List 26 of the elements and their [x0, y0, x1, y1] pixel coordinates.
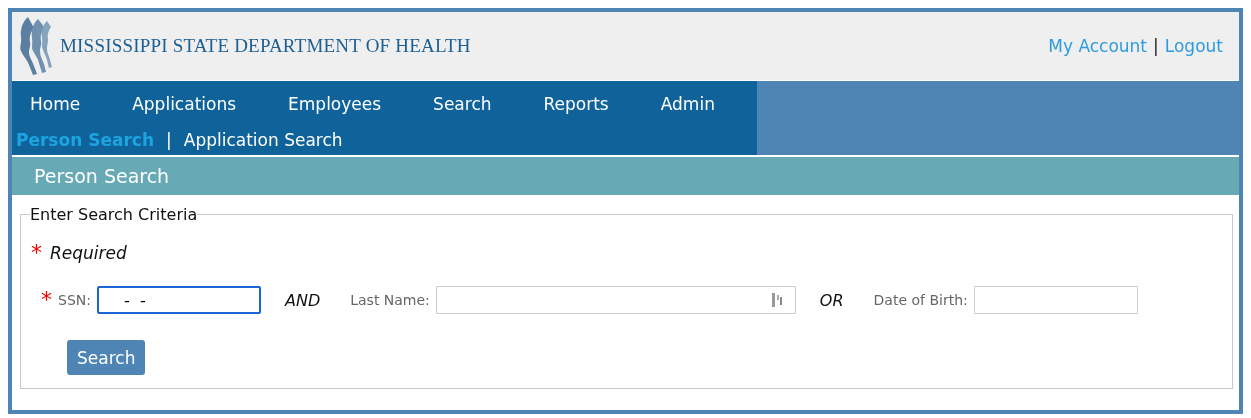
field-label: SSN: [58, 292, 91, 308]
conjunction-label: OR [819, 290, 844, 310]
required-note: Required [50, 243, 127, 263]
submenu-separator: | [166, 130, 172, 150]
field-label: Last Name: [350, 292, 430, 308]
nav-menu-item[interactable]: Reports [523, 94, 629, 114]
nav-menu-item[interactable]: Employees [268, 94, 402, 114]
text-input-field[interactable] [435, 286, 796, 314]
profile-heads-logo-icon [18, 15, 52, 77]
conjunction-label: AND [284, 290, 321, 310]
text-input-field[interactable] [973, 286, 1138, 314]
text-input-field[interactable]: - - [96, 286, 261, 314]
organization-title: MISSISSIPPI STATE DEPARTMENT OF HEALTH [60, 35, 472, 57]
submenu-link[interactable]: Application Search [183, 130, 343, 150]
nav-menu-item[interactable]: Applications [112, 94, 257, 114]
required-asterisk: * [31, 242, 42, 264]
nav-menu-item[interactable]: Search [413, 94, 512, 114]
autofill-key-icon [771, 293, 782, 307]
field-label: Date of Birth: [873, 292, 968, 308]
fieldset-legend: Enter Search Criteria [30, 205, 198, 224]
page-heading: Person Search [34, 165, 170, 187]
nav-menu-item[interactable]: Home [12, 94, 101, 114]
nav-menu-item[interactable]: Admin [640, 94, 735, 114]
search-button[interactable]: Search [67, 340, 146, 375]
link-separator: | [1153, 36, 1159, 56]
required-asterisk: * [41, 289, 52, 311]
